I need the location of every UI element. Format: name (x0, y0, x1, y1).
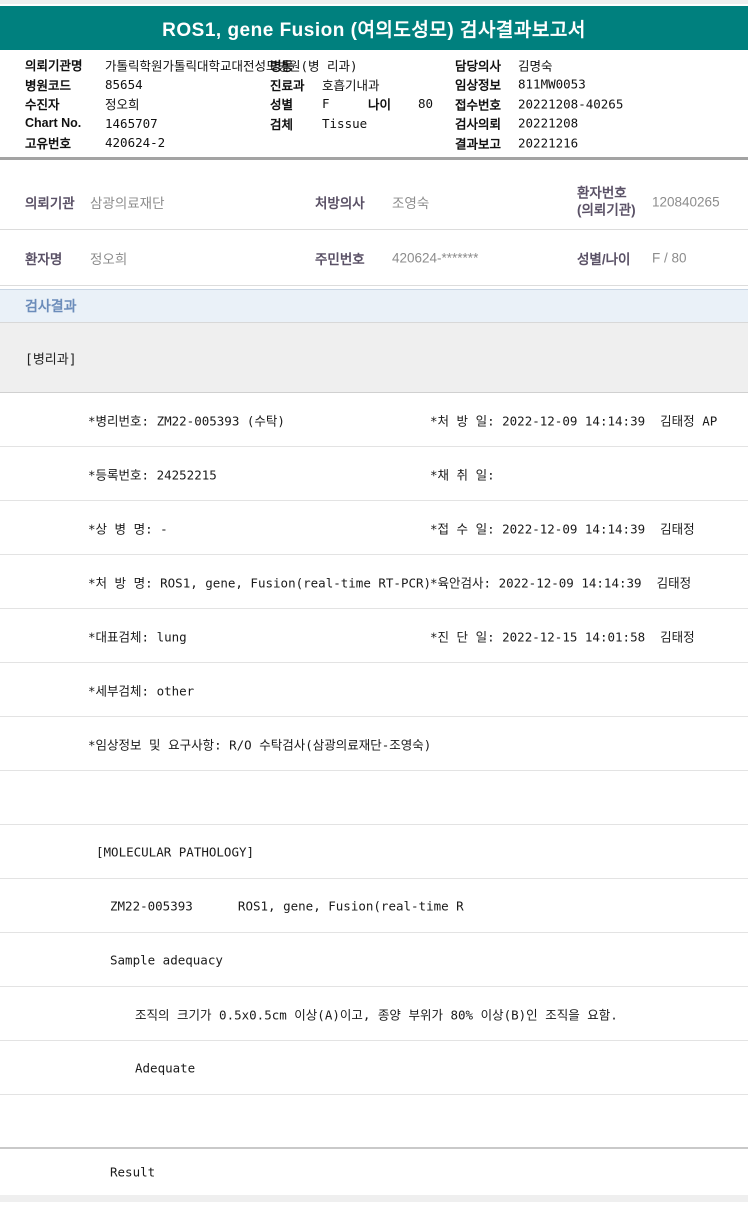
label-examinee: 수진자 (25, 98, 60, 113)
department-row: [병리과] (0, 323, 748, 393)
results-section-title: 검사결과 (25, 298, 77, 314)
value-chart-no: 1465707 (105, 115, 158, 131)
label-patient-number-line1: 환자번호 (577, 184, 627, 200)
result-row-adequacy-criteria: 조직의 크기가 0.5x0.5cm 이상(A)이고, 종양 부위가 80% 이상… (0, 987, 748, 1041)
label-requesting-institution: 의뢰기관명 (25, 59, 83, 74)
label-clinical-info: 임상정보 (455, 78, 502, 93)
value-attending-doctor: 김명숙 (518, 58, 553, 74)
value-age: 80 (418, 96, 434, 112)
result-row-pathology-number: *병리번호: ZM22-005393 (수탁) *처 방 일: 2022-12-… (0, 393, 748, 447)
result-left: *임상정보 및 요구사항: R/O 수탁검사(삼광의료재단-조영숙) (88, 737, 432, 752)
bottom-strip (0, 1195, 748, 1202)
result-row-detail-specimen: *세부검체: other (0, 663, 748, 717)
label-prescribing-doctor: 처방의사 (315, 195, 365, 211)
department-label: [병리과] (25, 352, 77, 367)
report-page: ROS1, gene Fusion (여의도성모) 검사결과보고서 의뢰기관명 … (0, 0, 748, 1202)
value-test-request-date: 20221208 (518, 115, 579, 131)
title-bar: ROS1, gene Fusion (여의도성모) 검사결과보고서 (0, 6, 748, 50)
label-test-request-date: 검사의뢰 (455, 117, 502, 132)
result-left: Result (110, 1164, 156, 1180)
result-row-registration-number: *등록번호: 24252215 *채 취 일: (0, 447, 748, 501)
page-title: ROS1, gene Fusion (여의도성모) 검사결과보고서 (162, 19, 586, 41)
patient-row-2: 환자명 정오희 주민번호 420624-******* 성별/나이 F / 80 (0, 230, 748, 286)
admin-row-1: 의뢰기관명 가톨릭학원가톨릭대학교대전성모병원(병 리과) 병동 담당의사 김명… (0, 55, 748, 75)
label-result-report-date: 결과보고 (455, 137, 502, 152)
value-referring-org: 삼광의료재단 (90, 195, 165, 211)
result-right: *접 수 일: 2022-12-09 14:14:39 김태정 (430, 521, 695, 536)
label-specimen: 검체 (270, 117, 294, 132)
value-requesting-institution: 가톨릭학원가톨릭대학교대전성모병원(병 리과) (105, 58, 358, 74)
admin-row-2: 병원코드 85654 진료과 호흡기내과 임상정보 811MW0053 (0, 75, 748, 95)
label-sex-age: 성별/나이 (577, 251, 631, 267)
result-right: *처 방 일: 2022-12-09 14:14:39 김태정 AP (430, 413, 718, 428)
label-department: 진료과 (270, 78, 305, 93)
label-attending-doctor: 담당의사 (455, 59, 502, 74)
admin-row-5: 고유번호 420624-2 결과보고 20221216 (0, 133, 748, 153)
result-left: Adequate (135, 1060, 196, 1075)
value-examinee: 정오희 (105, 97, 140, 113)
admin-row-3: 수진자 정오희 성별 F 나이 80 접수번호 20221208-40265 (0, 94, 748, 114)
result-row-adequate: Adequate (0, 1041, 748, 1095)
result-left: [MOLECULAR PATHOLOGY] (96, 844, 255, 859)
result-left: ZM22-005393 ROS1, gene, Fusion(real-time… (110, 898, 464, 913)
result-row-diagnosis-name: *상 병 명: - *접 수 일: 2022-12-09 14:14:39 김태… (0, 501, 748, 555)
result-row-representative-specimen: *대표검체: lung *진 단 일: 2022-12-15 14:01:58 … (0, 609, 748, 663)
result-left: *세부검체: other (88, 683, 195, 698)
result-right: *채 취 일: (430, 467, 495, 482)
label-age: 나이 (368, 98, 392, 113)
patient-row-1: 의뢰기관 삼광의료재단 처방의사 조영숙 환자번호 (의뢰기관) 12084026… (0, 174, 748, 230)
label-ward: 병동 (270, 59, 294, 74)
label-hospital-code: 병원코드 (25, 78, 72, 93)
result-left: 조직의 크기가 0.5x0.5cm 이상(A)이고, 종양 부위가 80% 이상… (135, 1007, 618, 1022)
result-left: *처 방 명: ROS1, gene, Fusion(real-time RT-… (88, 575, 432, 590)
value-department: 호흡기내과 (322, 77, 380, 93)
label-chart-no: Chart No. (25, 116, 82, 131)
value-sex: F (322, 96, 330, 112)
label-sex: 성별 (270, 98, 294, 113)
value-unique-number: 420624-2 (105, 135, 166, 151)
result-row-empty (0, 771, 748, 825)
admin-header-block: 의뢰기관명 가톨릭학원가톨릭대학교대전성모병원(병 리과) 병동 담당의사 김명… (0, 50, 748, 160)
result-row-molecular-pathology-header: [MOLECULAR PATHOLOGY] (0, 825, 748, 879)
value-prescribing-doctor: 조영숙 (392, 195, 430, 211)
result-right: *육안검사: 2022-12-09 14:14:39 김태정 (430, 575, 692, 590)
value-resident-number: 420624-******* (392, 250, 479, 265)
results-section-header: 검사결과 (0, 289, 748, 323)
result-left: *대표검체: lung (88, 629, 187, 644)
result-row-clinical-request: *임상정보 및 요구사항: R/O 수탁검사(삼광의료재단-조영숙) (0, 717, 748, 771)
result-row-result-label: Result (0, 1149, 748, 1195)
result-left: Sample adequacy (110, 952, 223, 967)
result-row-empty (0, 1095, 748, 1149)
result-left: *상 병 명: - (88, 521, 168, 536)
label-referring-org: 의뢰기관 (25, 195, 75, 211)
label-accession-number: 접수번호 (455, 98, 502, 113)
value-specimen: Tissue (322, 115, 368, 131)
result-row-test-name: ZM22-005393 ROS1, gene, Fusion(real-time… (0, 879, 748, 933)
label-patient-name: 환자명 (25, 251, 63, 267)
label-resident-number: 주민번호 (315, 251, 365, 267)
result-left: *병리번호: ZM22-005393 (수탁) (88, 413, 285, 428)
admin-row-4: Chart No. 1465707 검체 Tissue 검사의뢰 2022120… (0, 114, 748, 134)
value-patient-name: 정오희 (90, 251, 128, 267)
value-hospital-code: 85654 (105, 76, 143, 92)
result-row-prescription-name: *처 방 명: ROS1, gene, Fusion(real-time RT-… (0, 555, 748, 609)
label-patient-number-line2: (의뢰기관) (577, 202, 636, 218)
value-result-report-date: 20221216 (518, 135, 579, 151)
label-patient-number: 환자번호 (의뢰기관) (577, 184, 636, 219)
value-sex-age: F / 80 (652, 250, 687, 265)
value-patient-number: 120840265 (652, 194, 720, 209)
value-accession-number: 20221208-40265 (518, 96, 624, 112)
result-row-sample-adequacy: Sample adequacy (0, 933, 748, 987)
label-unique-number: 고유번호 (25, 137, 72, 152)
result-left: *등록번호: 24252215 (88, 467, 217, 482)
value-clinical-info: 811MW0053 (518, 76, 586, 92)
result-right: *진 단 일: 2022-12-15 14:01:58 김태정 (430, 629, 695, 644)
